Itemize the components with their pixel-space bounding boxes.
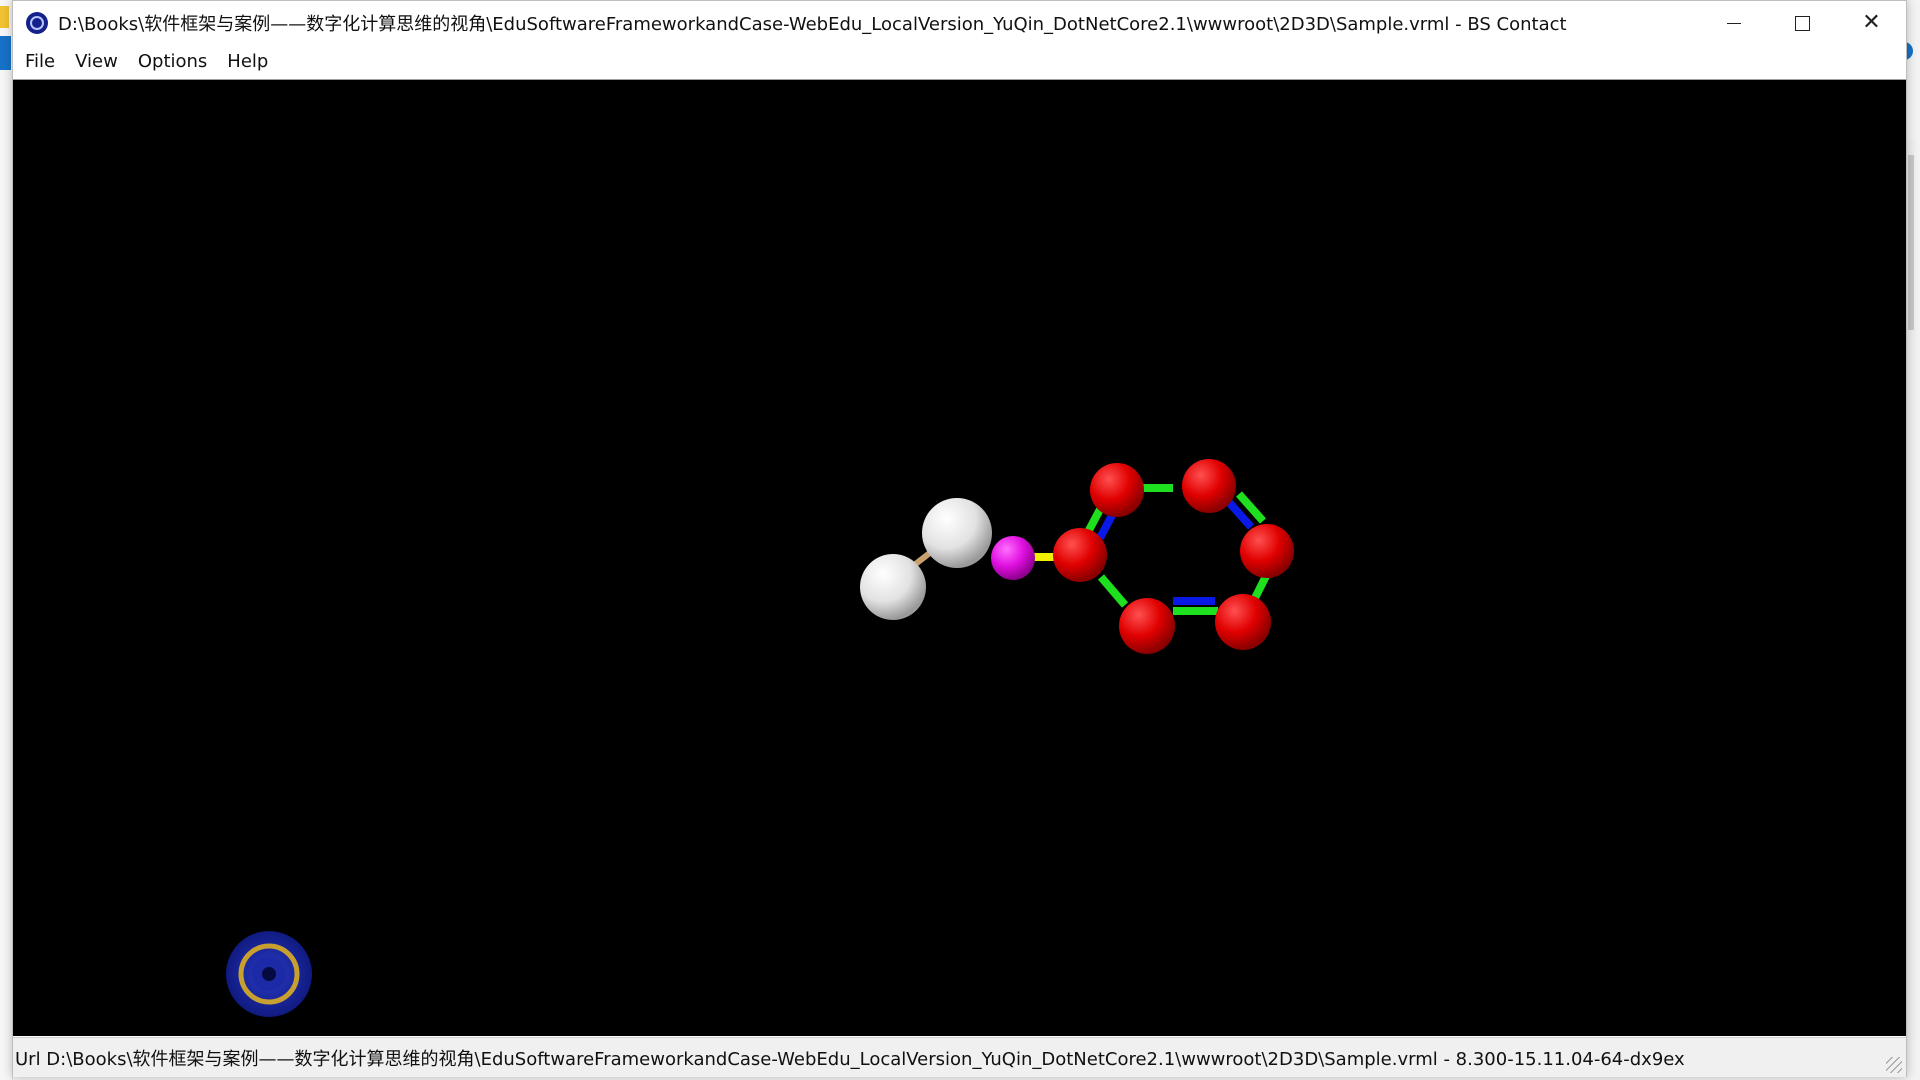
menu-file[interactable]: File <box>15 45 65 79</box>
bs-contact-app-icon[interactable] <box>26 12 48 34</box>
atom-white-2[interactable] <box>922 498 992 568</box>
bond-green-left-b <box>1097 574 1129 608</box>
minimize-icon <box>1726 22 1741 24</box>
atom-red-3[interactable] <box>1182 459 1236 513</box>
atom-white-1[interactable] <box>860 554 926 620</box>
menu-view[interactable]: View <box>65 45 128 79</box>
molecule-scene <box>226 459 1294 1017</box>
bs-contact-window: D:\Books\软件框架与案例——数字化计算思维的视角\EduSoftware… <box>12 0 1907 1077</box>
close-icon: ✕ <box>1862 10 1881 35</box>
title-bar[interactable]: D:\Books\软件框架与案例——数字化计算思维的视角\EduSoftware… <box>13 1 1906 45</box>
atom-magenta[interactable] <box>991 536 1035 580</box>
menu-bar: File View Options Help <box>13 45 1906 80</box>
menu-options[interactable]: Options <box>128 45 217 79</box>
resize-grip-icon[interactable] <box>1886 1057 1902 1073</box>
window-title: D:\Books\软件框架与案例——数字化计算思维的视角\EduSoftware… <box>58 14 1567 35</box>
menu-help[interactable]: Help <box>217 45 278 79</box>
minimize-button[interactable] <box>1699 1 1768 45</box>
maximize-button[interactable] <box>1768 1 1837 45</box>
atom-red-5[interactable] <box>1215 594 1271 650</box>
status-bar: Url D:\Books\软件框架与案例——数字化计算思维的视角\EduSoft… <box>13 1037 1906 1077</box>
atom-red-2[interactable] <box>1090 463 1144 517</box>
background-tab-accent <box>0 36 11 70</box>
vrml-3d-viewport[interactable] <box>13 80 1906 1036</box>
navigation-compass-icon[interactable] <box>226 931 312 1017</box>
close-button[interactable]: ✕ <box>1837 1 1906 45</box>
atom-red-6[interactable] <box>1119 598 1175 654</box>
background-folder-icon <box>0 6 9 28</box>
background-scrollbar-thumb <box>1908 155 1914 330</box>
atom-red-4[interactable] <box>1240 524 1294 578</box>
status-url: Url D:\Books\软件框架与案例——数字化计算思维的视角\EduSoft… <box>15 1048 1685 1070</box>
atom-red-1[interactable] <box>1053 528 1107 582</box>
window-controls: ✕ <box>1699 1 1906 45</box>
maximize-icon <box>1795 15 1810 31</box>
